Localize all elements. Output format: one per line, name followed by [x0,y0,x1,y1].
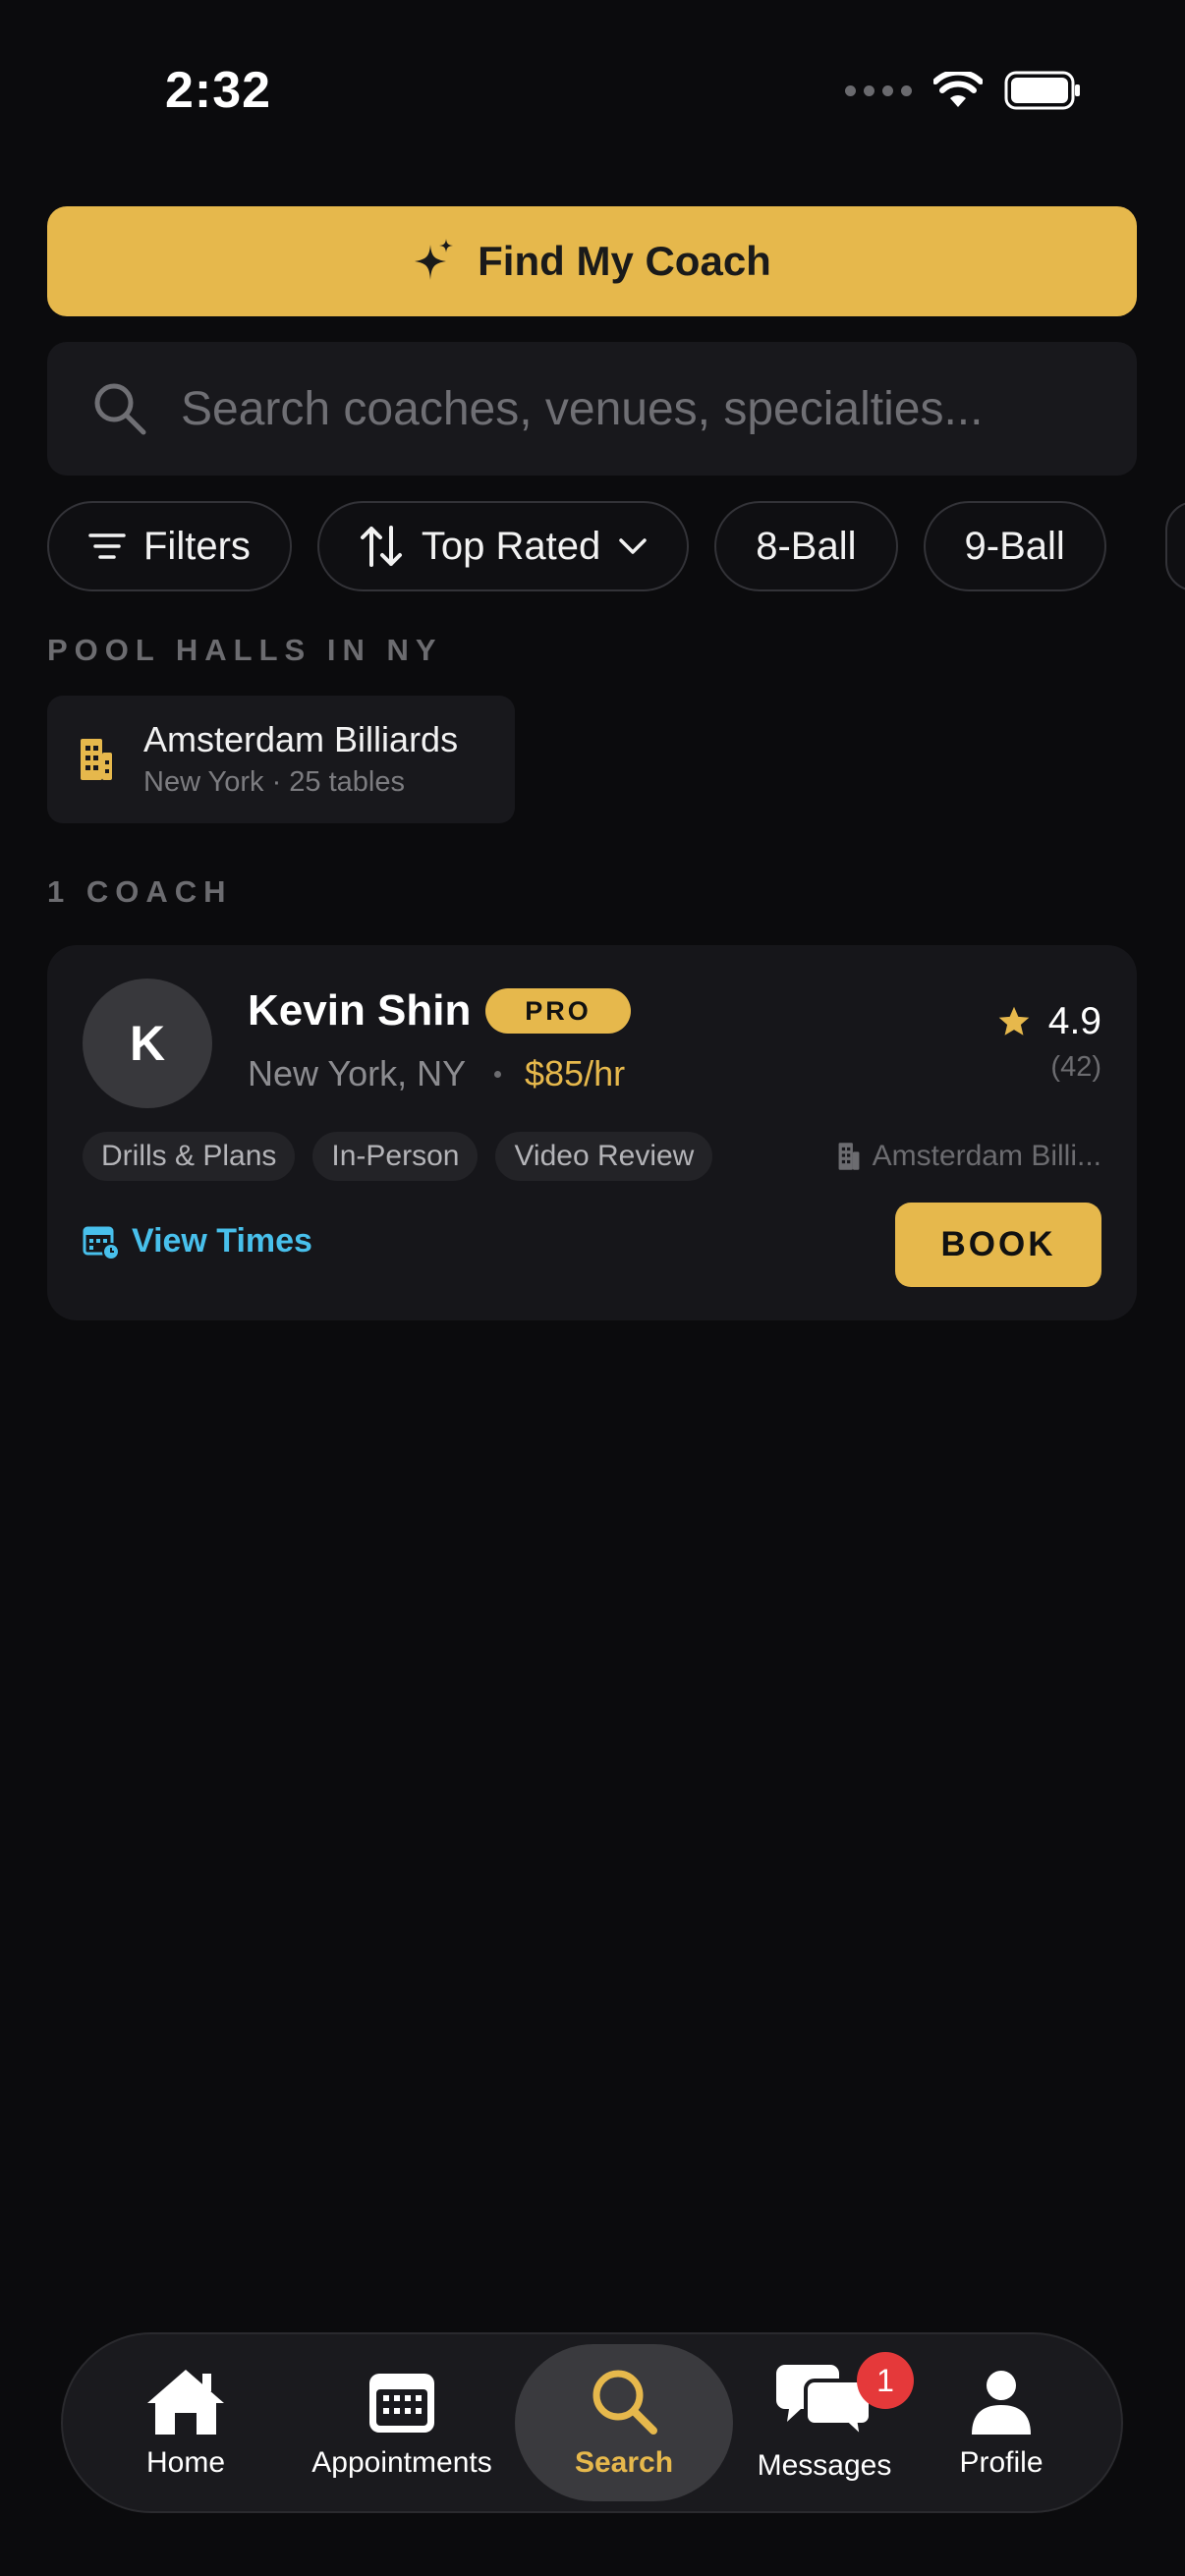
filters-chip-label: Filters [143,524,251,568]
sparkles-icon [415,239,454,280]
coach-review-count: (42) [1050,1051,1101,1083]
chip-9-ball-label: 9-Ball [964,524,1065,568]
sort-top-rated-chip[interactable]: Top Rated [316,501,690,591]
search-placeholder: Search coaches, venues, specialties... [181,382,984,435]
coach-location: New York, NY [248,1053,467,1093]
tab-home-label: Home [145,2446,226,2479]
chip-overflow[interactable] [1165,501,1185,591]
view-times-link[interactable]: View Times [83,1222,312,1260]
separator-dot [494,1071,501,1078]
tab-profile[interactable]: Profile [928,2334,1075,2511]
tab-profile-label: Profile [959,2446,1044,2479]
battery-icon [1004,71,1080,110]
coach-venue-name: Amsterdam Billi... [872,1140,1101,1172]
calendar-clock-icon [83,1226,120,1260]
home-icon [147,2370,224,2435]
filter-lines-icon [88,533,126,559]
tab-search[interactable]: Search [515,2334,733,2511]
filters-chip[interactable]: Filters [47,501,292,591]
venue-card[interactable]: Amsterdam Billiards New York · 25 tables [47,696,515,823]
tab-appointments[interactable]: Appointments [289,2334,515,2511]
view-times-label: View Times [132,1222,312,1260]
coach-rate: $85/hr [525,1053,626,1093]
venue-subtitle: New York · 25 tables [143,766,405,798]
pro-badge: PRO [485,988,631,1034]
find-my-coach-button[interactable]: Find My Coach [47,206,1137,316]
wifi-icon [933,72,983,107]
star-icon [998,1006,1030,1036]
book-button[interactable]: BOOK [895,1203,1101,1287]
tag-in-person: In-Person [312,1132,479,1181]
venue-name: Amsterdam Billiards [143,719,459,759]
chip-8-ball-label: 8-Ball [756,524,857,568]
avatar: K [83,979,212,1108]
tab-search-label: Search [574,2446,674,2479]
tab-bar: Home Appointments Search Messages 1 Prof… [61,2332,1123,2513]
coach-card[interactable]: K Kevin Shin PRO New York, NY $85/hr 4.9… [47,945,1137,1320]
status-time: 2:32 [165,62,272,119]
pool-halls-heading: POOL HALLS IN NY [47,633,443,667]
messages-badge: 1 [857,2352,914,2409]
chip-8-ball[interactable]: 8-Ball [714,501,898,591]
calendar-icon [369,2374,434,2433]
building-icon [81,739,112,780]
filter-chips: Filters Top Rated 8-Ball 9-Ball [47,501,1106,591]
tab-appointments-label: Appointments [311,2446,492,2479]
coach-count-heading: 1 COACH [47,874,233,909]
tag-video-review: Video Review [495,1132,713,1181]
status-bar: 2:32 [0,0,1185,196]
person-icon [972,2371,1031,2435]
building-icon [838,1143,860,1170]
status-icons [845,71,1081,110]
sort-chip-label: Top Rated [421,524,601,568]
coach-venue: Amsterdam Billi... [837,1140,1101,1173]
coach-name: Kevin Shin [248,986,472,1035]
search-icon [94,383,146,435]
chevron-down-icon [619,538,647,554]
chip-9-ball[interactable]: 9-Ball [923,501,1106,591]
sort-arrows-icon [360,526,402,567]
find-my-coach-label: Find My Coach [478,238,771,284]
coach-rating: 4.9 [1047,1000,1101,1042]
cellular-signal-icon [845,84,912,96]
tag-drills-plans: Drills & Plans [83,1132,296,1181]
coach-tags: Drills & Plans In-Person Video Review [83,1132,713,1181]
tab-home[interactable]: Home [112,2334,259,2511]
tab-messages-label: Messages [757,2449,892,2482]
search-input[interactable]: Search coaches, venues, specialties... [47,342,1137,476]
search-icon [592,2370,657,2435]
